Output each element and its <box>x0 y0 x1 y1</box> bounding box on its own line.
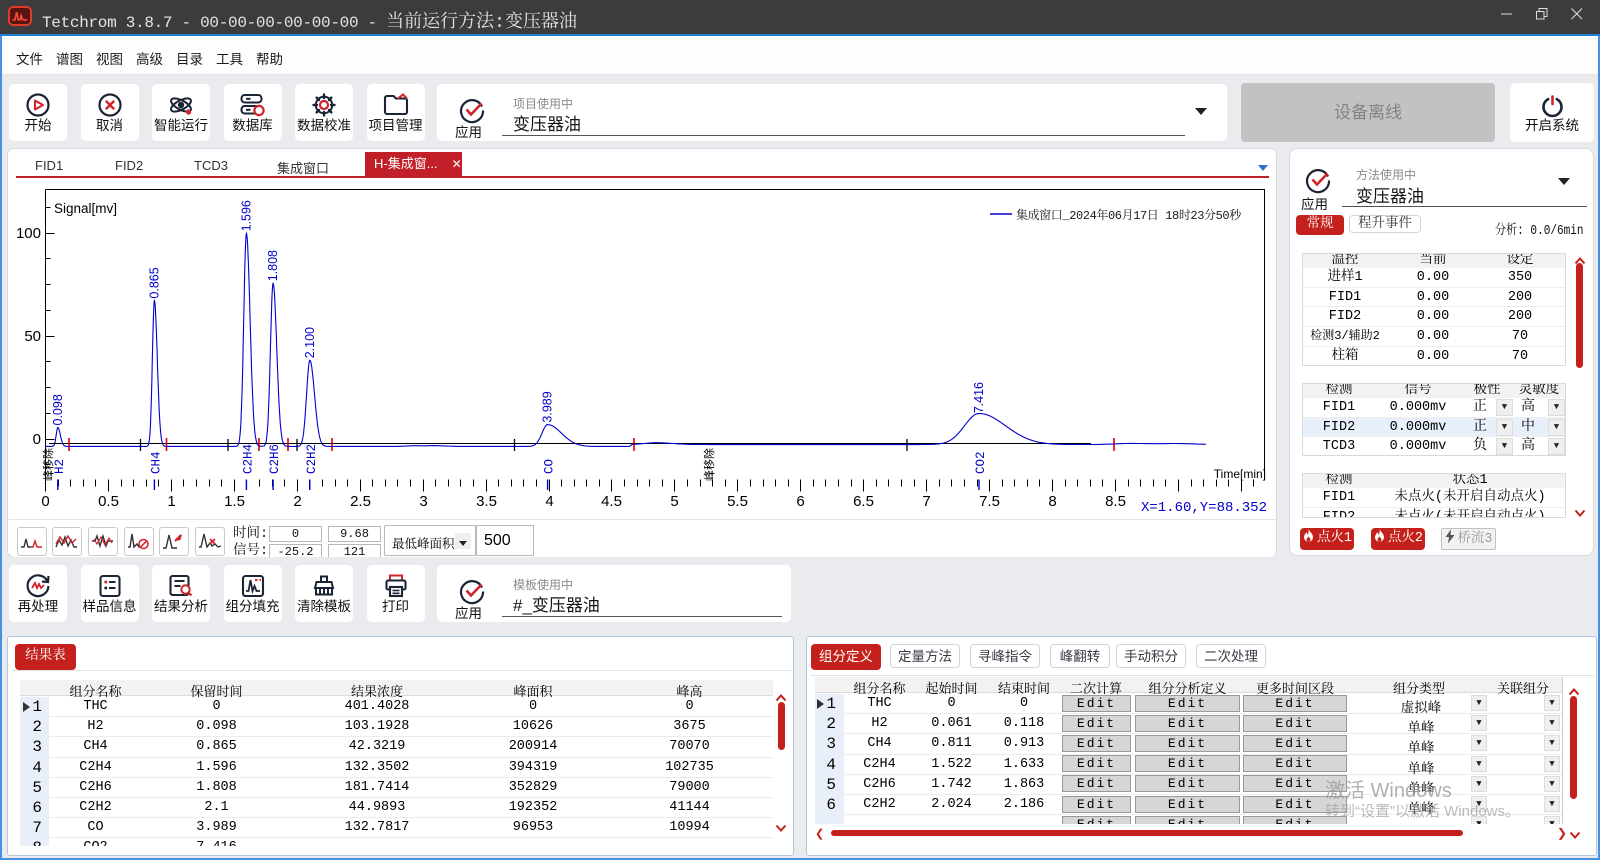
svg-text:7: 7 <box>922 493 930 510</box>
svg-text:2.5: 2.5 <box>350 493 371 510</box>
svg-text:3.989: 3.989 <box>541 391 555 422</box>
svg-text:1.596: 1.596 <box>239 200 253 231</box>
svg-text:2: 2 <box>293 493 301 510</box>
svg-text:1: 1 <box>167 493 175 510</box>
svg-text:0: 0 <box>33 431 41 448</box>
svg-text:集成窗口_2024年06月17日 18时23分50秒: 集成窗口_2024年06月17日 18时23分50秒 <box>1016 207 1242 223</box>
svg-text:4: 4 <box>545 493 553 510</box>
svg-text:0: 0 <box>41 493 49 510</box>
svg-text:0.865: 0.865 <box>147 267 161 298</box>
svg-text:CO: CO <box>543 459 557 474</box>
svg-text:峰移除: 峰移除 <box>41 448 55 481</box>
svg-text:3.5: 3.5 <box>476 493 497 510</box>
svg-text:5.5: 5.5 <box>727 493 748 510</box>
svg-text:6.5: 6.5 <box>853 493 874 510</box>
svg-text:1.5: 1.5 <box>224 493 245 510</box>
svg-text:100: 100 <box>16 225 41 242</box>
svg-text:X=1.60,Y=88.352: X=1.60,Y=88.352 <box>1141 500 1267 516</box>
svg-text:C2H6: C2H6 <box>268 444 282 474</box>
svg-text:CO2: CO2 <box>974 451 988 474</box>
svg-text:8.5: 8.5 <box>1105 493 1126 510</box>
svg-text:4.5: 4.5 <box>601 493 622 510</box>
svg-text:0.5: 0.5 <box>98 493 119 510</box>
svg-text:5: 5 <box>670 493 678 510</box>
svg-text:7.416: 7.416 <box>972 382 986 413</box>
svg-text:2.100: 2.100 <box>303 327 317 358</box>
svg-text:1.808: 1.808 <box>266 250 280 281</box>
svg-text:C2H2: C2H2 <box>305 444 319 474</box>
svg-text:50: 50 <box>24 328 41 345</box>
svg-text:0.098: 0.098 <box>51 394 65 425</box>
svg-text:3: 3 <box>419 493 427 510</box>
svg-text:C2H4: C2H4 <box>241 444 255 474</box>
svg-text:Signal[mv]: Signal[mv] <box>54 201 117 216</box>
svg-text:7.5: 7.5 <box>979 493 1000 510</box>
svg-text:Time[min]: Time[min] <box>1214 467 1266 481</box>
svg-text:峰移除: 峰移除 <box>702 448 716 481</box>
svg-text:6: 6 <box>796 493 804 510</box>
svg-text:CH4: CH4 <box>149 451 163 474</box>
svg-text:8: 8 <box>1048 493 1056 510</box>
